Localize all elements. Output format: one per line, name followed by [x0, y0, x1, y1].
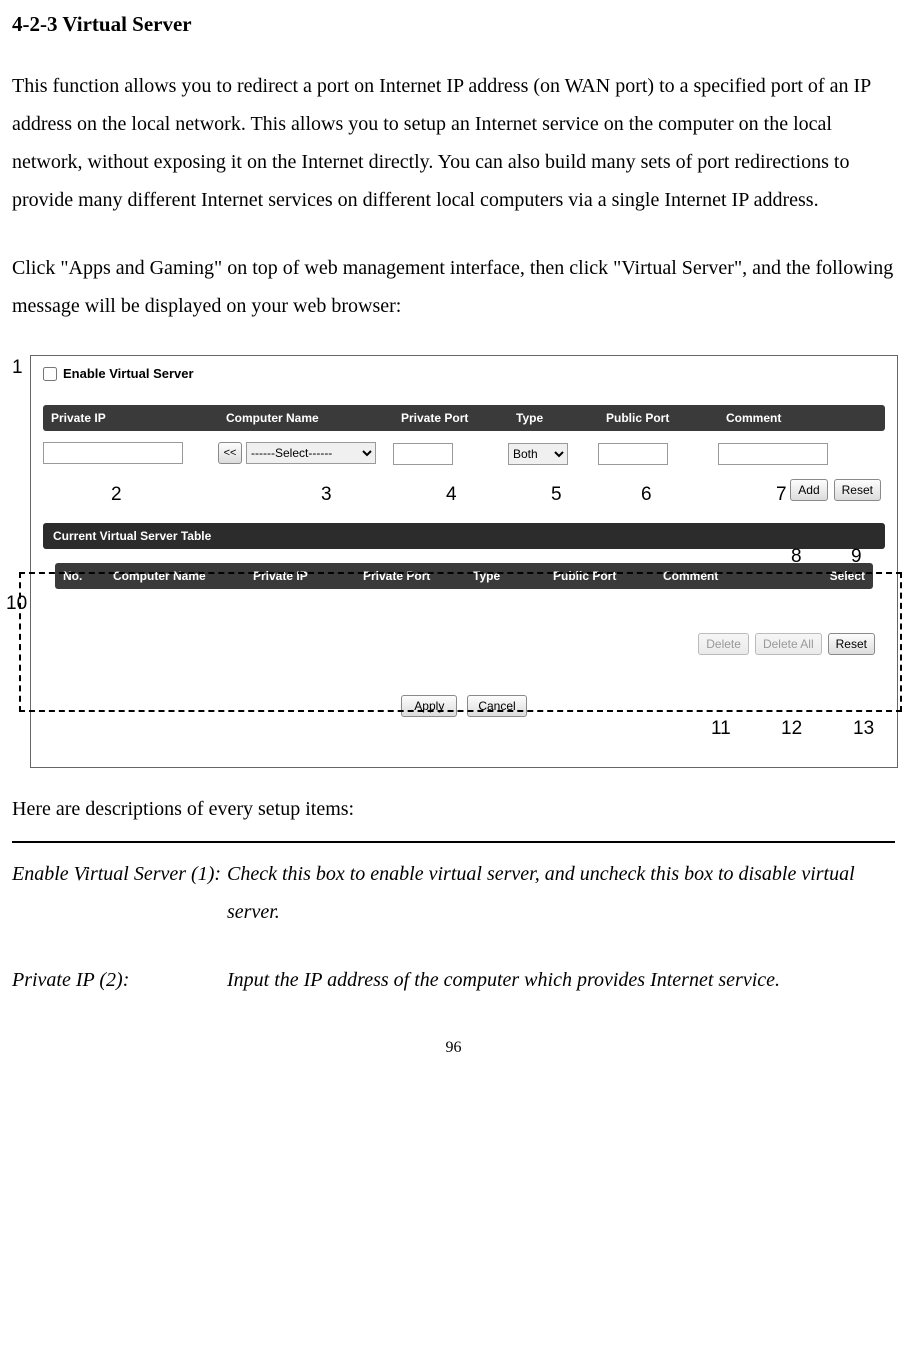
virtual-server-panel: Enable Virtual Server Private IP Compute…: [30, 355, 898, 768]
desc-term-2: Private IP (2):: [12, 961, 227, 999]
input-header-bar: Private IP Computer Name Private Port Ty…: [43, 405, 885, 431]
add-button[interactable]: Add: [790, 479, 827, 501]
descriptions-intro: Here are descriptions of every setup ite…: [12, 798, 895, 821]
assign-button[interactable]: <<: [218, 442, 242, 464]
page-number: 96: [12, 1039, 895, 1057]
footer-buttons: Apply Cancel: [37, 695, 891, 717]
th-comment: Comment: [655, 569, 765, 583]
cancel-button[interactable]: Cancel: [467, 695, 526, 717]
hdr-type: Type: [508, 411, 598, 425]
hdr-public-port: Public Port: [598, 411, 718, 425]
reset2-button[interactable]: Reset: [828, 633, 875, 655]
th-no: No.: [55, 569, 105, 583]
section-title: 4-2-3 Virtual Server: [12, 12, 895, 37]
reset-button[interactable]: Reset: [834, 479, 881, 501]
delete-all-button[interactable]: Delete All: [755, 633, 822, 655]
th-public-port: Public Port: [545, 569, 655, 583]
public-port-input[interactable]: [598, 443, 668, 465]
desc-def-2: Input the IP address of the computer whi…: [227, 961, 895, 999]
th-type: Type: [465, 569, 545, 583]
intro-paragraph-2: Click "Apps and Gaming" on top of web ma…: [12, 249, 895, 325]
current-table-title: Current Virtual Server Table: [43, 523, 885, 549]
input-row: << ------Select------ Both: [43, 441, 885, 465]
callout-1: 1: [12, 357, 23, 379]
table-header-bar: No. Computer Name Private IP Private Por…: [55, 563, 873, 589]
descriptions-table: Enable Virtual Server (1): Check this bo…: [12, 855, 895, 999]
hdr-private-port: Private Port: [393, 411, 508, 425]
private-port-input[interactable]: [393, 443, 453, 465]
th-computer-name: Computer Name: [105, 569, 245, 583]
add-reset-row: Add Reset: [37, 479, 881, 501]
hdr-comment: Comment: [718, 411, 885, 425]
intro-paragraph-1: This function allows you to redirect a p…: [12, 67, 895, 219]
desc-def-1: Check this box to enable virtual server,…: [227, 855, 895, 931]
hdr-computer-name: Computer Name: [218, 411, 393, 425]
descriptions-rule: [12, 841, 895, 843]
computer-name-select[interactable]: ------Select------: [246, 442, 376, 464]
screenshot-figure: 1 10 Enable Virtual Server Private IP Co…: [30, 355, 895, 768]
table-btn-row: Delete Delete All Reset: [37, 633, 875, 655]
desc-row-2: Private IP (2): Input the IP address of …: [12, 961, 895, 999]
hdr-private-ip: Private IP: [43, 411, 218, 425]
enable-virtual-server-label: Enable Virtual Server: [63, 366, 194, 381]
type-select[interactable]: Both: [508, 443, 568, 465]
desc-term-1: Enable Virtual Server (1):: [12, 855, 227, 931]
enable-virtual-server-checkbox[interactable]: [43, 367, 57, 381]
th-select: Select: [765, 569, 873, 583]
th-private-port: Private Port: [355, 569, 465, 583]
delete-button[interactable]: Delete: [698, 633, 749, 655]
desc-row-1: Enable Virtual Server (1): Check this bo…: [12, 855, 895, 931]
private-ip-input[interactable]: [43, 442, 183, 464]
enable-virtual-server-row[interactable]: Enable Virtual Server: [37, 362, 891, 405]
apply-button[interactable]: Apply: [401, 695, 457, 717]
callout-10: 10: [6, 593, 27, 615]
th-private-ip: Private IP: [245, 569, 355, 583]
comment-input[interactable]: [718, 443, 828, 465]
